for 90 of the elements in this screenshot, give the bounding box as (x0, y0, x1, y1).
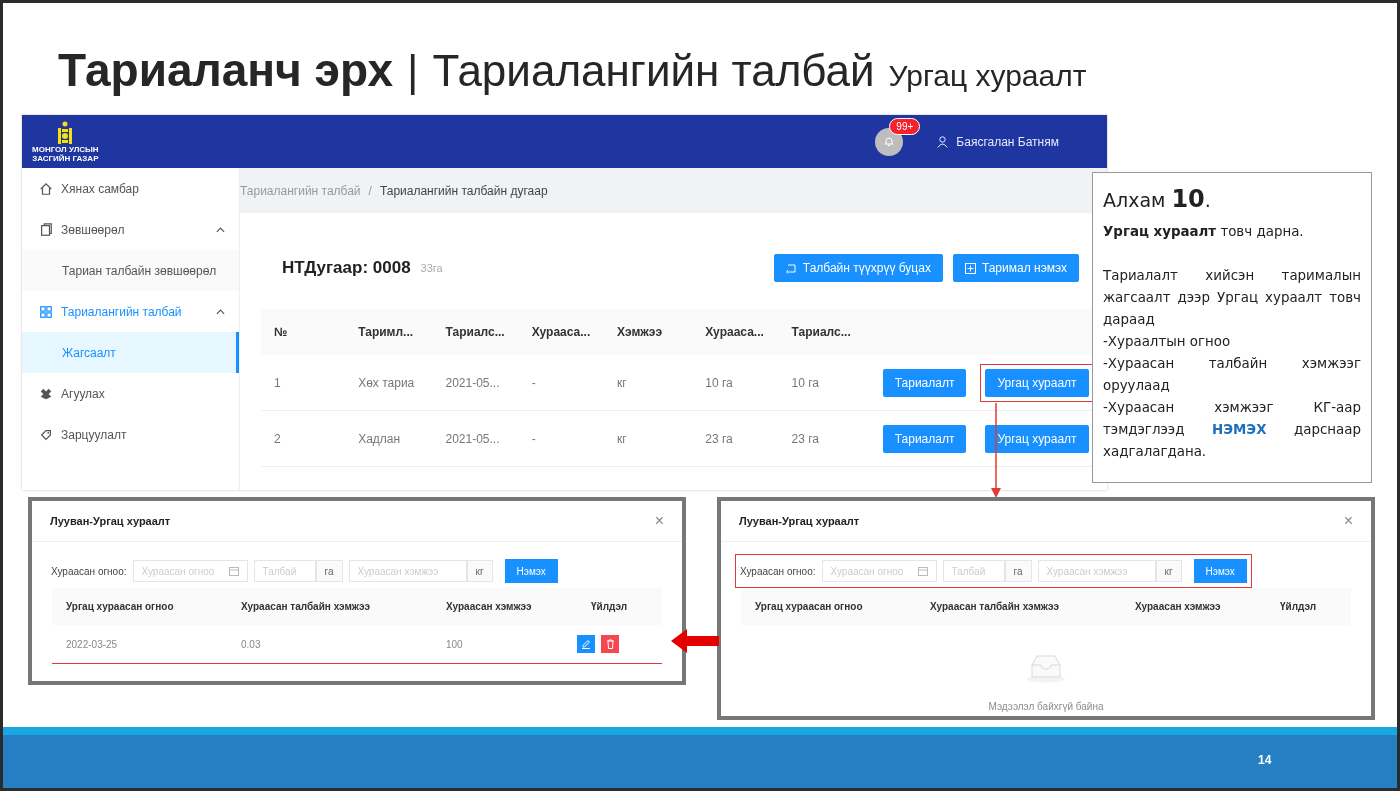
table-cell: Хөх тариа (358, 375, 415, 390)
user-name[interactable]: Баясгалан Батням (956, 134, 1059, 149)
sidebar-subitem[interactable]: Тариан талбайн зөвшөөрөл (22, 250, 239, 291)
row-action-button[interactable]: Тариалалт (882, 424, 967, 453)
left-arrow (671, 629, 719, 653)
breadcrumb-item: / (368, 183, 372, 198)
column-header: Тариалс... (778, 309, 865, 355)
page-number: 14 (1258, 753, 1272, 769)
sidebar-subitem[interactable]: Жагсаалт (22, 332, 239, 373)
add-button[interactable]: Таримал нэмэх (952, 254, 1079, 282)
column-header: Хураасан хэмжээ (1121, 588, 1266, 625)
empty-inbox-icon (1026, 653, 1066, 683)
column-header: Хураасан талбайн хэмжээ (916, 588, 1121, 625)
sidebar-item[interactable]: Тариалангийн талбай (22, 291, 239, 332)
step-paragraph: Тариалалт хийсэн тарималын жагсаалт дээр Ургац хураалт товч дараад (1103, 267, 1361, 329)
column-header: № (261, 309, 346, 355)
page-heading: НТДугаар: 0008 (282, 258, 411, 278)
calendar-icon (228, 566, 239, 576)
table-cell: 2021-05... (445, 431, 500, 446)
edit-button[interactable] (577, 635, 595, 653)
table-cell: - (531, 375, 536, 390)
table-cell: 10 га (791, 375, 819, 390)
breadcrumb-item[interactable]: Тариалангийн талбай (240, 183, 361, 198)
emblem-icon (56, 120, 75, 145)
table-cell: 0.03 (227, 625, 432, 664)
breadcrumb-item: Тариалангийн талбайн дугаар (379, 183, 548, 198)
add-button[interactable]: Нэмэх (504, 559, 558, 583)
column-header: Тариалс... (432, 309, 519, 355)
slide-subtitle: Ургац хураалт (888, 59, 1087, 93)
field-label: Хураасан огноо: (51, 565, 127, 577)
step-paragraph: Ургац хураалт товч дарна. (1103, 223, 1305, 241)
sidebar-item[interactable]: Зөвшөөрөл (22, 209, 239, 250)
table-cell: Хадлан (358, 431, 401, 446)
row-action-button[interactable]: Ургац хураалт (985, 368, 1089, 397)
table-cell: 2 (274, 431, 281, 446)
step-title: Алхам 10. (1103, 185, 1212, 213)
sidebar-item[interactable]: Агуулах (22, 373, 239, 414)
column-header: Таримл... (345, 309, 433, 355)
table-cell: кг (616, 431, 627, 446)
add-button[interactable]: Нэмэх (1193, 559, 1247, 583)
close-button[interactable]: × (654, 512, 664, 530)
modal-title: Лууван-Ургац хураалт (50, 515, 171, 527)
row-action-button[interactable]: Ургац хураалт (985, 424, 1089, 453)
table-cell: кг (616, 375, 627, 390)
back-button[interactable]: Талбайн түүхрүү буцах (773, 254, 943, 282)
step-paragraph: -Хураасан талбайн хэмжээг оруулаад (1103, 355, 1361, 395)
column-header: Хурааса... (518, 309, 604, 355)
row-action-button[interactable]: Тариалалт (882, 368, 967, 397)
sidebar-item[interactable]: Зарцуулалт (22, 414, 239, 455)
column-header: Үйлдэл (577, 588, 662, 625)
step-paragraph: -Хураасан хэмжээг КГ-аар тэмдэглээд НЭМЭХ дарснаар хадгалагдана. (1103, 399, 1361, 461)
column-header: Хэмжээ (603, 309, 693, 355)
column-header: Үйлдэл (1266, 588, 1351, 625)
modal-title: Лууван-Ургац хураалт (739, 515, 860, 527)
empty-message: Мэдээлэл байхгүй байна (988, 701, 1104, 712)
column-header: Хурааса... (692, 309, 779, 355)
field-label: Хураасан огноо: (740, 565, 816, 577)
close-button[interactable]: × (1343, 512, 1353, 530)
table-cell: 23 га (791, 431, 819, 446)
column-header: Ургац хураасан огноо (741, 588, 916, 625)
column-header: Хураасан хэмжээ (432, 588, 577, 625)
step-paragraph: -Хураалтын огноо (1103, 333, 1232, 351)
unit-label: га (1004, 560, 1032, 582)
column-header: Хураасан талбайн хэмжээ (227, 588, 432, 625)
column-header: Ургац хураасан огноо (52, 588, 227, 625)
calendar-icon (917, 566, 928, 576)
user-icon (937, 135, 949, 148)
unit-label: га (315, 560, 343, 582)
unit-label: кг (1155, 560, 1182, 582)
trash-icon (605, 639, 615, 649)
table-cell: 23 га (705, 431, 733, 446)
return-icon (785, 262, 797, 274)
bell-icon (884, 136, 895, 147)
area-label: 33га (420, 262, 443, 274)
unit-label: кг (466, 560, 493, 582)
title-separator: | (407, 46, 419, 96)
notification-badge: 99+ (889, 117, 921, 135)
table-cell: 2021-05... (445, 375, 500, 390)
sidebar-item[interactable]: Хянах самбар (22, 168, 239, 209)
table-cell: 10 га (705, 375, 733, 390)
delete-button[interactable] (601, 635, 619, 653)
table-cell: 1 (274, 375, 281, 390)
plus-box-icon (964, 262, 976, 274)
slide-title: Тариаланч эрх (58, 43, 394, 97)
table-cell: - (531, 431, 536, 446)
slide-title: Тариалангийн талбай (432, 46, 875, 96)
table-cell: 2022-03-25 (52, 625, 227, 664)
logo-text: МОНГОЛ УЛСЫН (32, 144, 99, 154)
pencil-icon (581, 639, 591, 649)
logo-text: ЗАСГИЙН ГАЗАР (32, 153, 99, 163)
